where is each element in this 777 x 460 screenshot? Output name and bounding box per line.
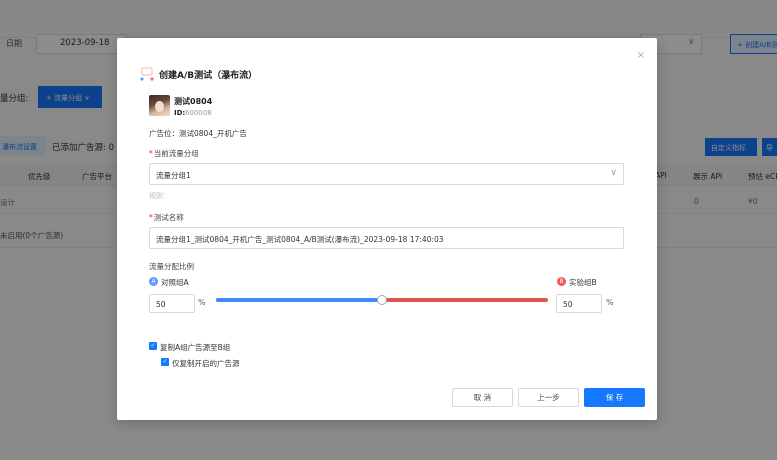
chevron-down-icon: ∨ xyxy=(610,168,617,178)
group-b-icon: B xyxy=(557,277,566,286)
previous-step-button[interactable]: 上一步 xyxy=(518,388,579,407)
current-group-label: *当前流量分组 xyxy=(149,149,199,158)
percent-label: % xyxy=(606,298,614,307)
ab-test-icon xyxy=(140,67,154,81)
close-icon[interactable]: × xyxy=(637,50,645,61)
current-group-value: 流量分组1 xyxy=(156,171,191,180)
group-b-ratio-input[interactable]: 50 xyxy=(556,294,602,313)
group-b-label: 实验组B xyxy=(569,278,597,287)
traffic-split-slider[interactable] xyxy=(216,295,548,305)
percent-label: % xyxy=(198,298,206,307)
cancel-button[interactable]: 取 消 xyxy=(452,388,513,407)
traffic-ratio-label: 流量分配比例 xyxy=(149,262,194,271)
group-a-label: 对照组A xyxy=(161,278,189,287)
app-id-value: 600008 xyxy=(185,109,212,117)
test-name-label: *测试名称 xyxy=(149,213,184,222)
copy-enabled-only-label: 仅复制开启的广告源 xyxy=(172,359,240,368)
ad-position-text: 广告位：测试0804_开机广告 xyxy=(149,129,247,138)
app-id-label: ID: xyxy=(174,109,186,117)
group-a-ratio-input[interactable]: 50 xyxy=(149,294,195,313)
copy-enabled-only-checkbox[interactable]: ✓ xyxy=(161,358,169,366)
save-button[interactable]: 保 存 xyxy=(584,388,645,407)
app-name: 测试0804 xyxy=(174,97,213,106)
modal-title: 创建A/B测试（瀑布流） xyxy=(159,71,258,81)
app-avatar xyxy=(149,95,170,116)
test-name-value: 流量分组1_测试0804_开机广告_测试0804_A/B测试(瀑布流)_2023… xyxy=(156,235,444,244)
copy-a-to-b-label: 复制A组广告源至B组 xyxy=(160,343,231,352)
create-ab-test-modal: × 创建A/B测试（瀑布流） 测试0804 ID: 600008 广告位：测试0… xyxy=(117,38,657,420)
test-name-input[interactable]: 流量分组1_测试0804_开机广告_测试0804_A/B测试(瀑布流)_2023… xyxy=(149,227,624,249)
current-group-select[interactable]: 流量分组1 ∨ xyxy=(149,163,624,185)
copy-a-to-b-checkbox[interactable]: ✓ xyxy=(149,342,157,350)
slider-fill-group-a xyxy=(216,298,382,302)
group-a-icon: A xyxy=(149,277,158,286)
rule-hint: 规则： xyxy=(149,192,170,200)
slider-handle[interactable] xyxy=(377,295,387,305)
